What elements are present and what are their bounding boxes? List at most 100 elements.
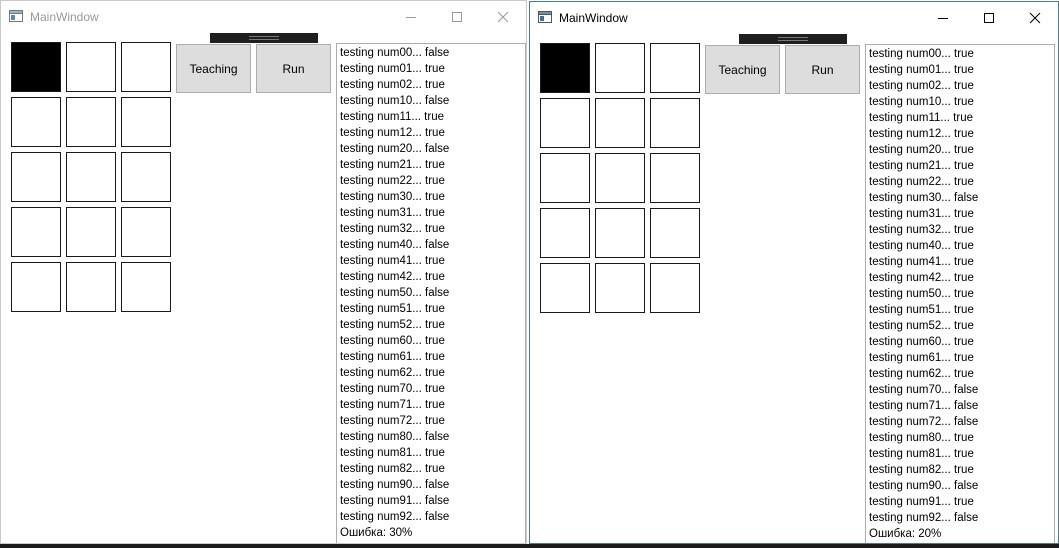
log-line: testing num10... true <box>869 96 974 108</box>
log-line: testing num61... true <box>869 352 974 364</box>
minimize-icon <box>938 18 948 19</box>
log-line: testing num02... true <box>869 80 974 92</box>
log-line: testing num11... true <box>340 111 444 123</box>
teaching-button[interactable]: Teaching <box>705 45 780 94</box>
grid-cell[interactable] <box>650 153 700 203</box>
log-line: testing num12... true <box>869 128 974 140</box>
grid-cell[interactable] <box>595 263 645 313</box>
resize-grip[interactable] <box>210 33 318 43</box>
grid-cell[interactable] <box>650 263 700 313</box>
log-line: testing num80... true <box>869 432 974 444</box>
log-line: testing num61... true <box>340 351 445 363</box>
grid-cell[interactable] <box>595 98 645 148</box>
log-line: testing num40... false <box>340 239 450 251</box>
grid-cell[interactable] <box>11 262 61 312</box>
minimize-button[interactable] <box>920 2 966 34</box>
log-line: testing num31... true <box>340 207 445 219</box>
grid-cell[interactable] <box>595 153 645 203</box>
grid-cell[interactable] <box>66 207 116 257</box>
log-line: testing num62... true <box>869 368 974 380</box>
grid-cell[interactable] <box>650 98 700 148</box>
taskbar <box>0 544 1059 548</box>
log-line: testing num41... true <box>869 256 974 268</box>
log-line: testing num70... false <box>869 384 979 396</box>
maximize-icon <box>984 13 994 23</box>
log-line: testing num32... true <box>340 223 445 235</box>
close-button[interactable] <box>1012 2 1058 34</box>
grid-cell[interactable] <box>66 152 116 202</box>
log-line: testing num50... false <box>340 287 450 299</box>
log-line: testing num60... true <box>869 336 974 348</box>
grid-cell[interactable] <box>11 97 61 147</box>
grid-cell[interactable] <box>121 262 171 312</box>
log-line: testing num30... false <box>869 192 979 204</box>
log-line: testing num80... false <box>340 431 450 443</box>
grid-cell[interactable] <box>540 263 590 313</box>
log-line: testing num72... true <box>340 415 445 427</box>
log-line: testing num62... true <box>340 367 445 379</box>
grid-cell[interactable] <box>66 262 116 312</box>
log-line: testing num81... true <box>869 448 974 460</box>
title-bar[interactable]: MainWindow <box>1 1 526 33</box>
close-icon <box>1029 12 1041 24</box>
log-line: testing num81... true <box>340 447 445 459</box>
grid-cell[interactable] <box>66 42 116 92</box>
grid-cell[interactable] <box>121 152 171 202</box>
log-line: testing num20... false <box>340 143 450 155</box>
log-line: testing num40... true <box>869 240 974 252</box>
grid-cell[interactable] <box>540 98 590 148</box>
close-button[interactable] <box>480 1 526 33</box>
grid-cell[interactable] <box>11 207 61 257</box>
grid-cell[interactable] <box>121 207 171 257</box>
grid-cell[interactable] <box>540 208 590 258</box>
grid-cell[interactable] <box>11 152 61 202</box>
grid-cell[interactable] <box>595 208 645 258</box>
grid-cell[interactable] <box>650 43 700 93</box>
log-line: testing num11... true <box>869 112 973 124</box>
log-line: testing num42... true <box>869 272 974 284</box>
log-line: testing num51... true <box>340 303 445 315</box>
log-line: testing num52... true <box>340 319 445 331</box>
app-window-icon <box>538 11 552 23</box>
grid-cell[interactable] <box>540 153 590 203</box>
teaching-button[interactable]: Teaching <box>176 44 251 93</box>
grid-cell[interactable] <box>66 97 116 147</box>
close-icon <box>497 11 509 23</box>
grid-cell[interactable] <box>121 97 171 147</box>
log-line: testing num72... false <box>869 416 979 428</box>
maximize-button[interactable] <box>966 2 1012 34</box>
log-line: testing num92... false <box>340 511 450 523</box>
title-bar[interactable]: MainWindow <box>530 2 1058 34</box>
main-window-1: MainWindow Teaching Run testing num00...… <box>0 0 527 544</box>
log-line: testing num90... false <box>340 479 450 491</box>
log-line: testing num32... true <box>869 224 974 236</box>
run-button[interactable]: Run <box>256 44 331 93</box>
log-line: testing num41... true <box>340 255 445 267</box>
grid-cell[interactable] <box>540 43 590 93</box>
log-line: testing num91... true <box>869 496 974 508</box>
log-line: testing num42... true <box>340 271 445 283</box>
output-log[interactable]: testing num00... false testing num01... t… <box>336 43 526 543</box>
log-line: testing num12... true <box>340 127 445 139</box>
app-window-icon <box>9 10 23 22</box>
log-line: testing num82... true <box>340 463 445 475</box>
grid-cell[interactable] <box>11 42 61 92</box>
log-line: testing num20... true <box>869 144 974 156</box>
output-log[interactable]: testing num00... true testing num01... tr… <box>865 44 1055 543</box>
log-line: testing num22... true <box>340 175 445 187</box>
log-line: testing num51... true <box>869 304 974 316</box>
resize-grip[interactable] <box>739 34 847 44</box>
log-line: testing num60... true <box>340 335 445 347</box>
grid-cell[interactable] <box>121 42 171 92</box>
log-line: testing num91... false <box>340 495 450 507</box>
run-button[interactable]: Run <box>785 45 860 94</box>
log-line: testing num02... true <box>340 79 445 91</box>
grid-cell[interactable] <box>650 208 700 258</box>
minimize-button[interactable] <box>388 1 434 33</box>
log-line: testing num71... false <box>869 400 979 412</box>
log-line: Ошибка: 30% <box>340 527 413 539</box>
log-line: testing num90... false <box>869 480 979 492</box>
log-line: testing num70... true <box>340 383 445 395</box>
grid-cell[interactable] <box>595 43 645 93</box>
maximize-button[interactable] <box>434 1 480 33</box>
